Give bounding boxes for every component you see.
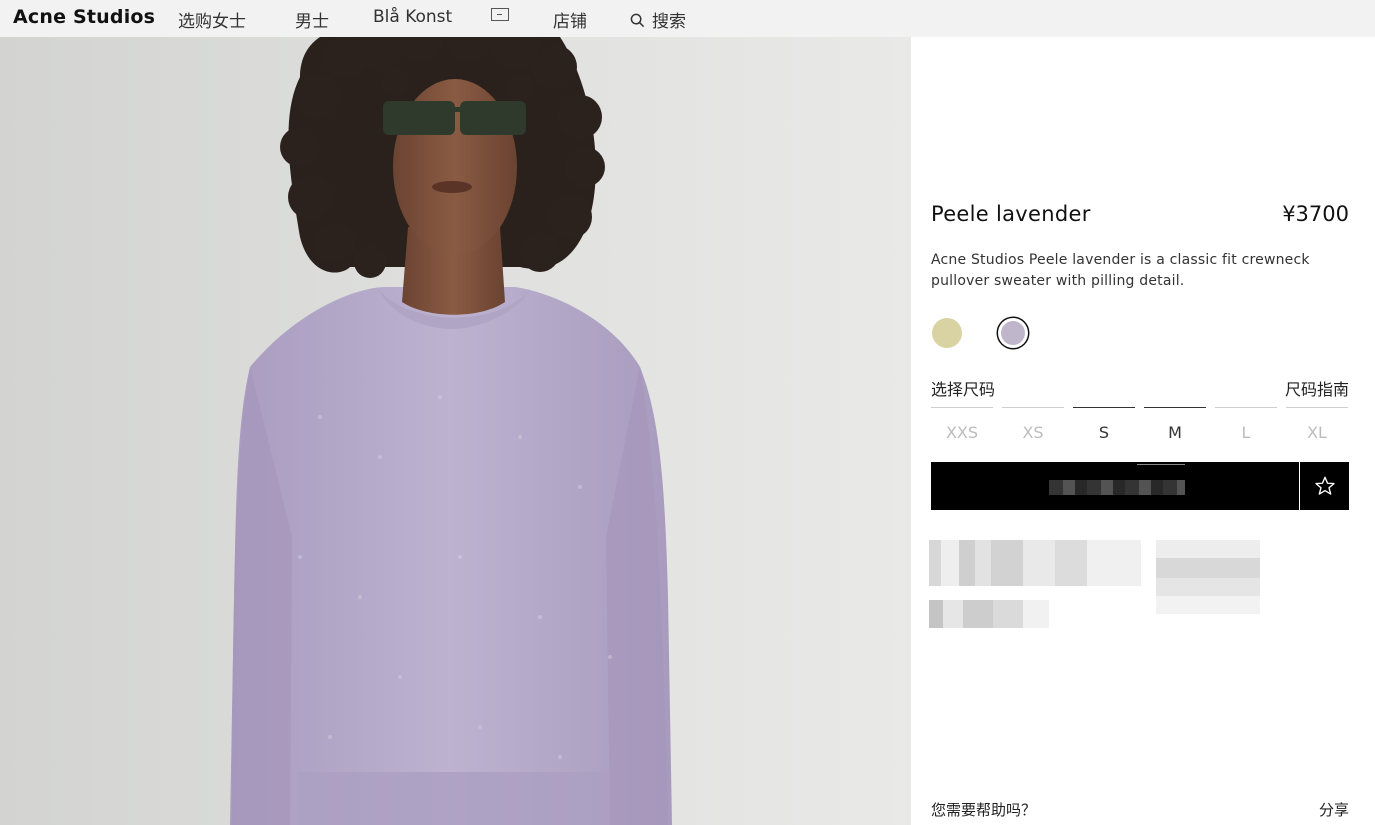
product-photo: [0, 37, 911, 825]
search-icon: [630, 13, 645, 27]
search-label: 搜索: [652, 12, 686, 32]
product-description: Acne Studios Peele lavender is a classic…: [931, 252, 1310, 289]
share-link[interactable]: 分享: [1319, 799, 1349, 820]
pixelated-info-block: [929, 600, 1049, 628]
size-guide-link[interactable]: 尺码指南: [1285, 376, 1349, 400]
star-icon: [1314, 476, 1335, 495]
color-swatch-yellow[interactable]: [932, 318, 962, 348]
size-option-l[interactable]: L: [1215, 407, 1277, 447]
top-navigation: Acne Studios 选购女士 男士 Blå Konst 店铺 搜索: [0, 0, 1375, 37]
color-swatch-lavender[interactable]: [1001, 321, 1025, 345]
wishlist-button[interactable]: [1300, 462, 1349, 510]
size-selector: XXS XS S M L XL: [931, 407, 1349, 447]
size-option-xxs[interactable]: XXS: [931, 407, 993, 447]
size-option-xl[interactable]: XL: [1286, 407, 1348, 447]
product-name: Peele lavender: [931, 202, 1091, 226]
size-select-label: 选择尺码: [931, 380, 996, 399]
size-option-s[interactable]: S: [1073, 407, 1135, 447]
nav-stores[interactable]: 店铺: [553, 7, 587, 32]
brand-logo[interactable]: Acne Studios: [13, 6, 155, 28]
size-option-m[interactable]: M: [1144, 407, 1206, 447]
product-panel: Peele lavender ¥3700 Acne Studios Peele …: [911, 37, 1375, 825]
nav-women[interactable]: 选购女士: [178, 7, 246, 32]
pixelated-info-block: [1156, 540, 1260, 614]
nav-bla-konst[interactable]: Blå Konst: [373, 7, 452, 27]
size-option-xs[interactable]: XS: [1002, 407, 1064, 447]
help-link[interactable]: 您需要帮助吗？: [931, 799, 1036, 820]
add-to-bag-button[interactable]: [931, 462, 1299, 510]
pixelated-info-block: [929, 540, 1141, 586]
cart-icon[interactable]: [491, 8, 509, 21]
product-price: ¥3700: [1282, 202, 1349, 226]
model-illustration: [0, 37, 911, 825]
pixelated-button-label: [1049, 480, 1185, 495]
search-button[interactable]: 搜索: [630, 7, 686, 32]
pixelated-label-line: [1137, 464, 1185, 465]
nav-men[interactable]: 男士: [295, 7, 329, 32]
